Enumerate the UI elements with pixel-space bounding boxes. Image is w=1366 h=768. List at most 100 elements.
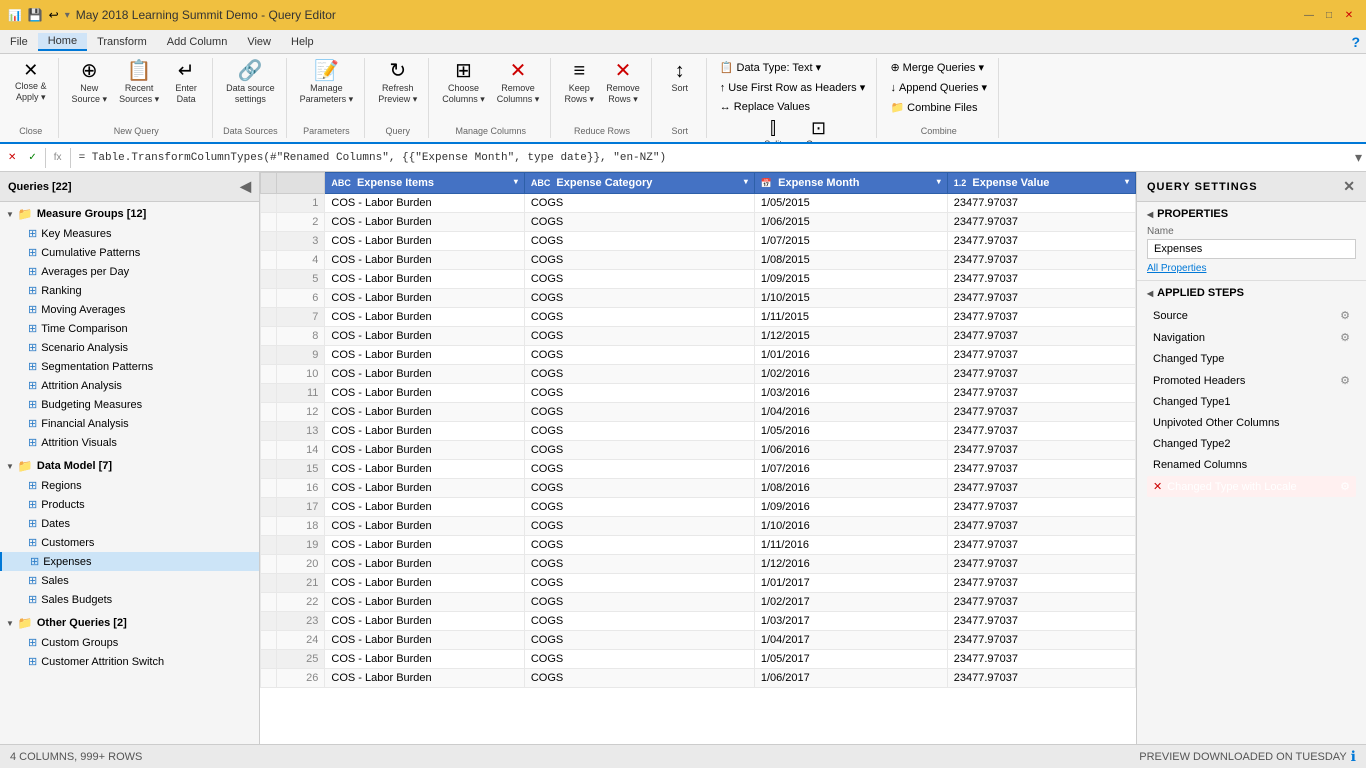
sidebar-item-segmentation-patterns[interactable]: ⊞ Segmentation Patterns	[0, 357, 259, 376]
table-row[interactable]: 8COS - Labor BurdenCOGS1/12/201523477.97…	[261, 327, 1136, 346]
merge-queries-button[interactable]: ⊕ Merge Queries ▾	[885, 58, 992, 77]
menu-transform[interactable]: Transform	[87, 34, 157, 50]
table-row[interactable]: 3COS - Labor BurdenCOGS1/07/201523477.97…	[261, 232, 1136, 251]
expense-value-dropdown[interactable]: ▾	[1125, 177, 1129, 186]
table-row[interactable]: 19COS - Labor BurdenCOGS1/11/201623477.9…	[261, 536, 1136, 555]
replace-values-button[interactable]: ↔ Replace Values	[715, 98, 870, 116]
name-value[interactable]: Expenses	[1147, 239, 1356, 259]
enter-data-button[interactable]: ↵ EnterData	[166, 58, 206, 108]
expense-category-dropdown[interactable]: ▾	[744, 177, 748, 186]
close-button[interactable]: ✕	[1340, 6, 1358, 24]
append-queries-button[interactable]: ↓ Append Queries ▾	[885, 78, 992, 97]
data-grid[interactable]: ABC Expense Items ▾ ABC Expense Category…	[260, 172, 1136, 744]
sidebar-item-cumulative-patterns[interactable]: ⊞ Cumulative Patterns	[0, 243, 259, 262]
table-row[interactable]: 9COS - Labor BurdenCOGS1/01/201623477.97…	[261, 346, 1136, 365]
combine-files-button[interactable]: 📁 Combine Files	[885, 98, 992, 117]
table-row[interactable]: 20COS - Labor BurdenCOGS1/12/201623477.9…	[261, 555, 1136, 574]
sidebar-item-moving-averages[interactable]: ⊞ Moving Averages	[0, 300, 259, 319]
sort-button[interactable]: ↕ Sort	[660, 58, 700, 97]
sidebar-item-scenario-analysis[interactable]: ⊞ Scenario Analysis	[0, 338, 259, 357]
sidebar-item-customer-attrition[interactable]: ⊞ Customer Attrition Switch	[0, 652, 259, 671]
table-row[interactable]: 23COS - Labor BurdenCOGS1/03/201723477.9…	[261, 612, 1136, 631]
table-row[interactable]: 7COS - Labor BurdenCOGS1/11/201523477.97…	[261, 308, 1136, 327]
formula-expression[interactable]: = Table.TransformColumnTypes(#"Renamed C…	[75, 150, 1351, 166]
table-row[interactable]: 18COS - Labor BurdenCOGS1/10/201623477.9…	[261, 517, 1136, 536]
gear-icon[interactable]: ⚙	[1340, 480, 1350, 493]
gear-icon[interactable]: ⚙	[1340, 331, 1350, 344]
minimize-button[interactable]: —	[1300, 6, 1318, 24]
gear-icon[interactable]: ⚙	[1340, 374, 1350, 387]
col-expense-items[interactable]: ABC Expense Items ▾	[325, 173, 524, 194]
all-properties-link[interactable]: All Properties	[1147, 263, 1356, 274]
group-by-button[interactable]: ⊡ GroupBy	[801, 116, 836, 144]
window-controls[interactable]: — □ ✕	[1300, 6, 1358, 24]
sidebar-item-regions[interactable]: ⊞ Regions	[0, 476, 259, 495]
new-source-button[interactable]: ⊕ NewSource ▾	[67, 58, 113, 108]
step-item-changed-type2[interactable]: Changed Type2	[1147, 434, 1356, 454]
table-row[interactable]: 12COS - Labor BurdenCOGS1/04/201623477.9…	[261, 403, 1136, 422]
menu-help[interactable]: Help	[281, 34, 324, 50]
table-row[interactable]: 24COS - Labor BurdenCOGS1/04/201723477.9…	[261, 631, 1136, 650]
step-item-changed-type1[interactable]: Changed Type1	[1147, 392, 1356, 412]
table-row[interactable]: 16COS - Labor BurdenCOGS1/08/201623477.9…	[261, 479, 1136, 498]
remove-columns-button[interactable]: ✕ RemoveColumns ▾	[492, 58, 545, 108]
sidebar-item-attrition-analysis[interactable]: ⊞ Attrition Analysis	[0, 376, 259, 395]
maximize-button[interactable]: □	[1320, 6, 1338, 24]
table-row[interactable]: 5COS - Labor BurdenCOGS1/09/201523477.97…	[261, 270, 1136, 289]
step-item-unpivoted-other-columns[interactable]: Unpivoted Other Columns	[1147, 413, 1356, 433]
table-row[interactable]: 13COS - Labor BurdenCOGS1/05/201623477.9…	[261, 422, 1136, 441]
table-row[interactable]: 14COS - Labor BurdenCOGS1/06/201623477.9…	[261, 441, 1136, 460]
sidebar-item-expenses[interactable]: ⊞ Expenses	[0, 552, 259, 571]
close-apply-button[interactable]: ✕ Close &Apply ▾	[10, 58, 52, 106]
sidebar-item-products[interactable]: ⊞ Products	[0, 495, 259, 514]
table-row[interactable]: 15COS - Labor BurdenCOGS1/07/201623477.9…	[261, 460, 1136, 479]
table-row[interactable]: 22COS - Labor BurdenCOGS1/02/201723477.9…	[261, 593, 1136, 612]
sidebar-item-sales-budgets[interactable]: ⊞ Sales Budgets	[0, 590, 259, 609]
formula-cancel-button[interactable]: ✕	[4, 150, 20, 165]
step-item-changed-type[interactable]: Changed Type	[1147, 349, 1356, 369]
sidebar-item-financial-analysis[interactable]: ⊞ Financial Analysis	[0, 414, 259, 433]
tree-group-data-model-header[interactable]: ▼ 📁 Data Model [7]	[0, 456, 259, 476]
formula-expand-button[interactable]: ▾	[1355, 149, 1362, 166]
choose-columns-button[interactable]: ⊞ ChooseColumns ▾	[437, 58, 490, 108]
table-row[interactable]: 1COS - Labor BurdenCOGS1/05/201523477.97…	[261, 194, 1136, 213]
step-item-promoted-headers[interactable]: Promoted Headers⚙	[1147, 370, 1356, 391]
table-row[interactable]: 11COS - Labor BurdenCOGS1/03/201623477.9…	[261, 384, 1136, 403]
sidebar-item-time-comparison[interactable]: ⊞ Time Comparison	[0, 319, 259, 338]
menu-add-column[interactable]: Add Column	[157, 34, 238, 50]
step-item-source[interactable]: Source⚙	[1147, 305, 1356, 326]
table-row[interactable]: 26COS - Labor BurdenCOGS1/06/201723477.9…	[261, 669, 1136, 688]
tree-group-other-queries-header[interactable]: ▼ 📁 Other Queries [2]	[0, 613, 259, 633]
sidebar-item-custom-groups[interactable]: ⊞ Custom Groups	[0, 633, 259, 652]
menu-view[interactable]: View	[237, 34, 281, 50]
table-row[interactable]: 6COS - Labor BurdenCOGS1/10/201523477.97…	[261, 289, 1136, 308]
recent-sources-button[interactable]: 📋 RecentSources ▾	[114, 58, 164, 108]
step-item-renamed-columns[interactable]: Renamed Columns	[1147, 455, 1356, 475]
sidebar-item-customers[interactable]: ⊞ Customers	[0, 533, 259, 552]
sidebar-item-attrition-visuals[interactable]: ⊞ Attrition Visuals	[0, 433, 259, 452]
expense-items-dropdown[interactable]: ▾	[514, 177, 518, 186]
menu-file[interactable]: File	[0, 34, 38, 50]
gear-icon[interactable]: ⚙	[1340, 309, 1350, 322]
sidebar-item-key-measures[interactable]: ⊞ Key Measures	[0, 224, 259, 243]
sidebar-item-ranking[interactable]: ⊞ Ranking	[0, 281, 259, 300]
keep-rows-button[interactable]: ≡ KeepRows ▾	[559, 58, 599, 108]
status-help-icon[interactable]: ℹ	[1351, 748, 1356, 765]
data-type-button[interactable]: 📋 Data Type: Text ▾	[715, 58, 870, 77]
table-row[interactable]: 10COS - Labor BurdenCOGS1/02/201623477.9…	[261, 365, 1136, 384]
step-item-changed-type-with-locale[interactable]: ✕Changed Type with Locale⚙	[1147, 476, 1356, 497]
table-row[interactable]: 25COS - Labor BurdenCOGS1/05/201723477.9…	[261, 650, 1136, 669]
query-settings-close-button[interactable]: ✕	[1343, 178, 1356, 195]
table-row[interactable]: 21COS - Labor BurdenCOGS1/01/201723477.9…	[261, 574, 1136, 593]
menu-home[interactable]: Home	[38, 33, 87, 51]
data-source-settings-button[interactable]: 🔗 Data sourcesettings	[221, 58, 280, 108]
refresh-preview-button[interactable]: ↻ RefreshPreview ▾	[373, 58, 422, 108]
remove-rows-button[interactable]: ✕ RemoveRows ▾	[601, 58, 645, 108]
sidebar-item-budgeting-measures[interactable]: ⊞ Budgeting Measures	[0, 395, 259, 414]
table-row[interactable]: 4COS - Labor BurdenCOGS1/08/201523477.97…	[261, 251, 1136, 270]
sidebar-collapse-button[interactable]: ◀	[240, 178, 251, 195]
col-expense-category[interactable]: ABC Expense Category ▾	[524, 173, 754, 194]
col-expense-month[interactable]: 📅 Expense Month ▾	[754, 173, 947, 194]
split-column-button[interactable]: ⫿ SplitColumn ▾	[749, 116, 797, 144]
step-item-navigation[interactable]: Navigation⚙	[1147, 327, 1356, 348]
